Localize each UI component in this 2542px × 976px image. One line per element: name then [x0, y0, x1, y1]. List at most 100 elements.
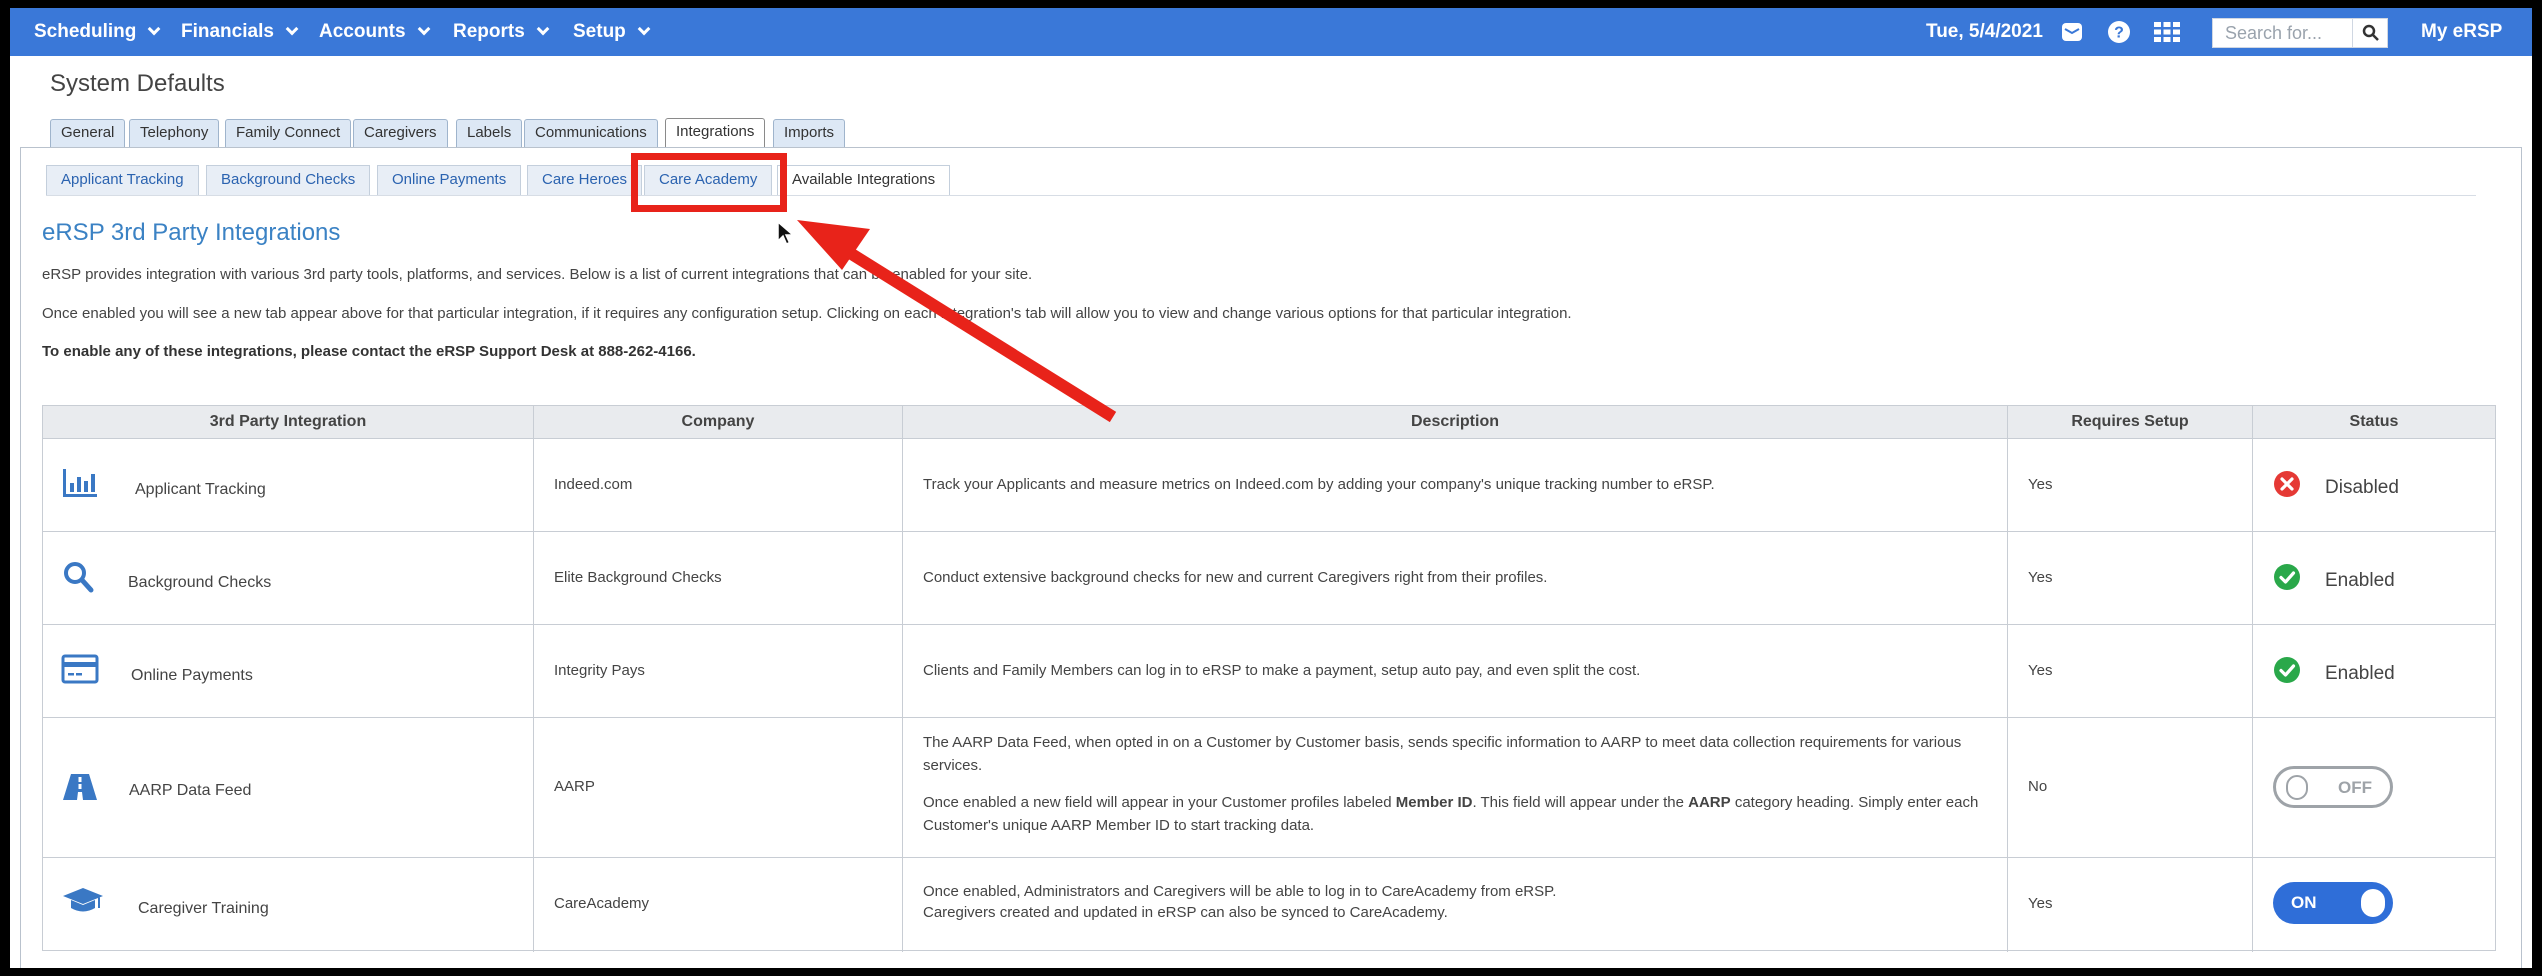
nav-scheduling[interactable]: Scheduling — [34, 8, 161, 56]
apps-grid-icon[interactable] — [2153, 20, 2181, 44]
table-row: Applicant Tracking Indeed.com Track your… — [43, 438, 2495, 531]
description-line: Once enabled, Administrators and Caregiv… — [923, 883, 1557, 900]
company-name: Indeed.com — [554, 476, 633, 493]
nav-scheduling-label: Scheduling — [34, 21, 137, 42]
tab-communications[interactable]: Communications — [524, 119, 658, 147]
subtab-available-integrations[interactable]: Available Integrations — [777, 165, 951, 195]
tab-caregivers[interactable]: Caregivers — [353, 119, 448, 147]
support-contact-text: To enable any of these integrations, ple… — [42, 343, 696, 360]
disabled-x-icon — [2274, 471, 2300, 497]
aarp-category-label: AARP — [1688, 794, 1731, 811]
section-heading: eRSP 3rd Party Integrations — [42, 219, 341, 246]
table-row: AARP Data Feed AARP The AARP Data Feed, … — [43, 717, 2495, 857]
status-cell: Enabled — [2253, 625, 2495, 717]
chevron-down-icon — [148, 22, 161, 36]
subtab-online-payments[interactable]: Online Payments — [377, 165, 522, 195]
chevron-down-icon — [637, 22, 651, 36]
subtab-applicant-tracking[interactable]: Applicant Tracking — [46, 165, 199, 195]
bar-chart-icon — [63, 469, 97, 497]
account-menu[interactable]: My eRSP — [2421, 8, 2502, 56]
nav-accounts[interactable]: Accounts — [319, 8, 430, 56]
integration-description-note: Once enabled a new field will appear in … — [923, 791, 1983, 837]
help-icon[interactable]: ? — [2107, 20, 2131, 44]
chevron-down-icon — [417, 22, 430, 36]
requires-setup: Yes — [2028, 662, 2053, 679]
page-title: System Defaults — [50, 70, 225, 97]
svg-text:?: ? — [2114, 25, 2124, 42]
integration-description: Track your Applicants and measure metric… — [923, 476, 1715, 493]
integration-name: AARP Data Feed — [129, 782, 252, 799]
integration-description: The AARP Data Feed, when opted in on a C… — [923, 734, 1962, 774]
tab-family-connect[interactable]: Family Connect — [225, 119, 352, 147]
nav-setup-label: Setup — [573, 21, 626, 42]
status-cell: OFF — [2253, 718, 2495, 857]
table-row: Online Payments Integrity Pays Clients a… — [43, 624, 2495, 717]
subtab-background-checks[interactable]: Background Checks — [206, 165, 371, 195]
app-window: Scheduling Financials Accounts Reports S… — [10, 8, 2532, 968]
requires-setup: Yes — [2028, 476, 2053, 493]
member-id-label: Member ID — [1395, 794, 1473, 811]
description-line: Caregivers created and updated in eRSP c… — [923, 904, 1448, 921]
integration-name: Background Checks — [128, 574, 272, 591]
company-name: CareAcademy — [554, 895, 650, 912]
integrations-table: 3rd Party Integration Company Descriptio… — [42, 405, 2496, 952]
tabs-info-paragraph: Once enabled you will see a new tab appe… — [42, 305, 1572, 322]
nav-financials[interactable]: Financials — [181, 8, 299, 56]
search-icon — [2362, 24, 2379, 41]
integration-description: Conduct extensive background checks for … — [923, 569, 1548, 586]
enabled-check-icon — [2274, 564, 2300, 590]
toggle-knob — [2286, 775, 2308, 800]
graduation-cap-icon — [63, 888, 103, 912]
status-badge: Enabled — [2325, 570, 2395, 591]
integration-name: Caregiver Training — [138, 900, 269, 917]
annotation-highlight-box — [631, 153, 787, 212]
integration-name: Online Payments — [131, 667, 253, 684]
column-header-requires-setup: Requires Setup — [2008, 406, 2253, 438]
integration-description: Clients and Family Members can log in to… — [923, 662, 1641, 679]
subtab-care-heroes[interactable]: Care Heroes — [527, 165, 643, 195]
status-badge: Enabled — [2325, 663, 2395, 684]
top-nav: Scheduling Financials Accounts Reports S… — [10, 8, 2532, 56]
toggle-label: OFF — [2338, 778, 2372, 797]
nav-setup[interactable]: Setup — [573, 8, 651, 56]
intro-paragraph: eRSP provides integration with various 3… — [42, 266, 1033, 283]
toggle-label: ON — [2291, 893, 2317, 912]
integration-name: Applicant Tracking — [135, 481, 266, 498]
description-text: . This field will appear under the — [1472, 794, 1689, 811]
requires-setup: Yes — [2028, 569, 2053, 586]
nav-financials-label: Financials — [181, 21, 274, 42]
table-row: Caregiver Training CareAcademy Once enab… — [43, 857, 2495, 952]
tab-integrations[interactable]: Integrations — [665, 118, 766, 149]
status-badge: Disabled — [2325, 477, 2399, 498]
requires-setup: No — [2028, 778, 2048, 795]
table-row: Background Checks Elite Background Check… — [43, 531, 2495, 624]
chevron-down-icon — [285, 22, 299, 36]
chevron-down-icon — [536, 22, 550, 36]
search-icon — [64, 562, 94, 593]
requires-setup: Yes — [2028, 895, 2053, 912]
account-label: My eRSP — [2421, 21, 2503, 42]
mail-icon[interactable] — [2060, 20, 2084, 44]
nav-reports[interactable]: Reports — [453, 8, 550, 56]
company-name: Integrity Pays — [554, 662, 645, 679]
tab-labels[interactable]: Labels — [456, 119, 523, 147]
road-icon — [63, 774, 97, 800]
current-date: Tue, 5/4/2021 — [1926, 21, 2043, 42]
tab-general[interactable]: General — [50, 119, 126, 147]
description-text: Once enabled a new field will appear in … — [923, 794, 1396, 811]
search-button[interactable] — [2352, 18, 2388, 48]
tab-imports[interactable]: Imports — [773, 119, 846, 147]
status-cell: ON — [2253, 858, 2495, 952]
enabled-check-icon — [2274, 657, 2300, 683]
caregiver-training-toggle-switch[interactable]: ON — [2273, 882, 2393, 924]
column-header-status: Status — [2253, 406, 2495, 438]
integration-description: Once enabled, Administrators and Caregiv… — [923, 881, 1983, 923]
search-placeholder: Search for... — [2225, 23, 2323, 43]
column-header-integration: 3rd Party Integration — [43, 406, 534, 438]
nav-accounts-label: Accounts — [319, 21, 406, 42]
company-name: Elite Background Checks — [554, 569, 722, 586]
tab-telephony[interactable]: Telephony — [129, 119, 220, 147]
credit-card-icon — [61, 654, 99, 684]
aarp-toggle-switch[interactable]: OFF — [2273, 766, 2393, 808]
mouse-cursor-icon — [777, 221, 795, 246]
